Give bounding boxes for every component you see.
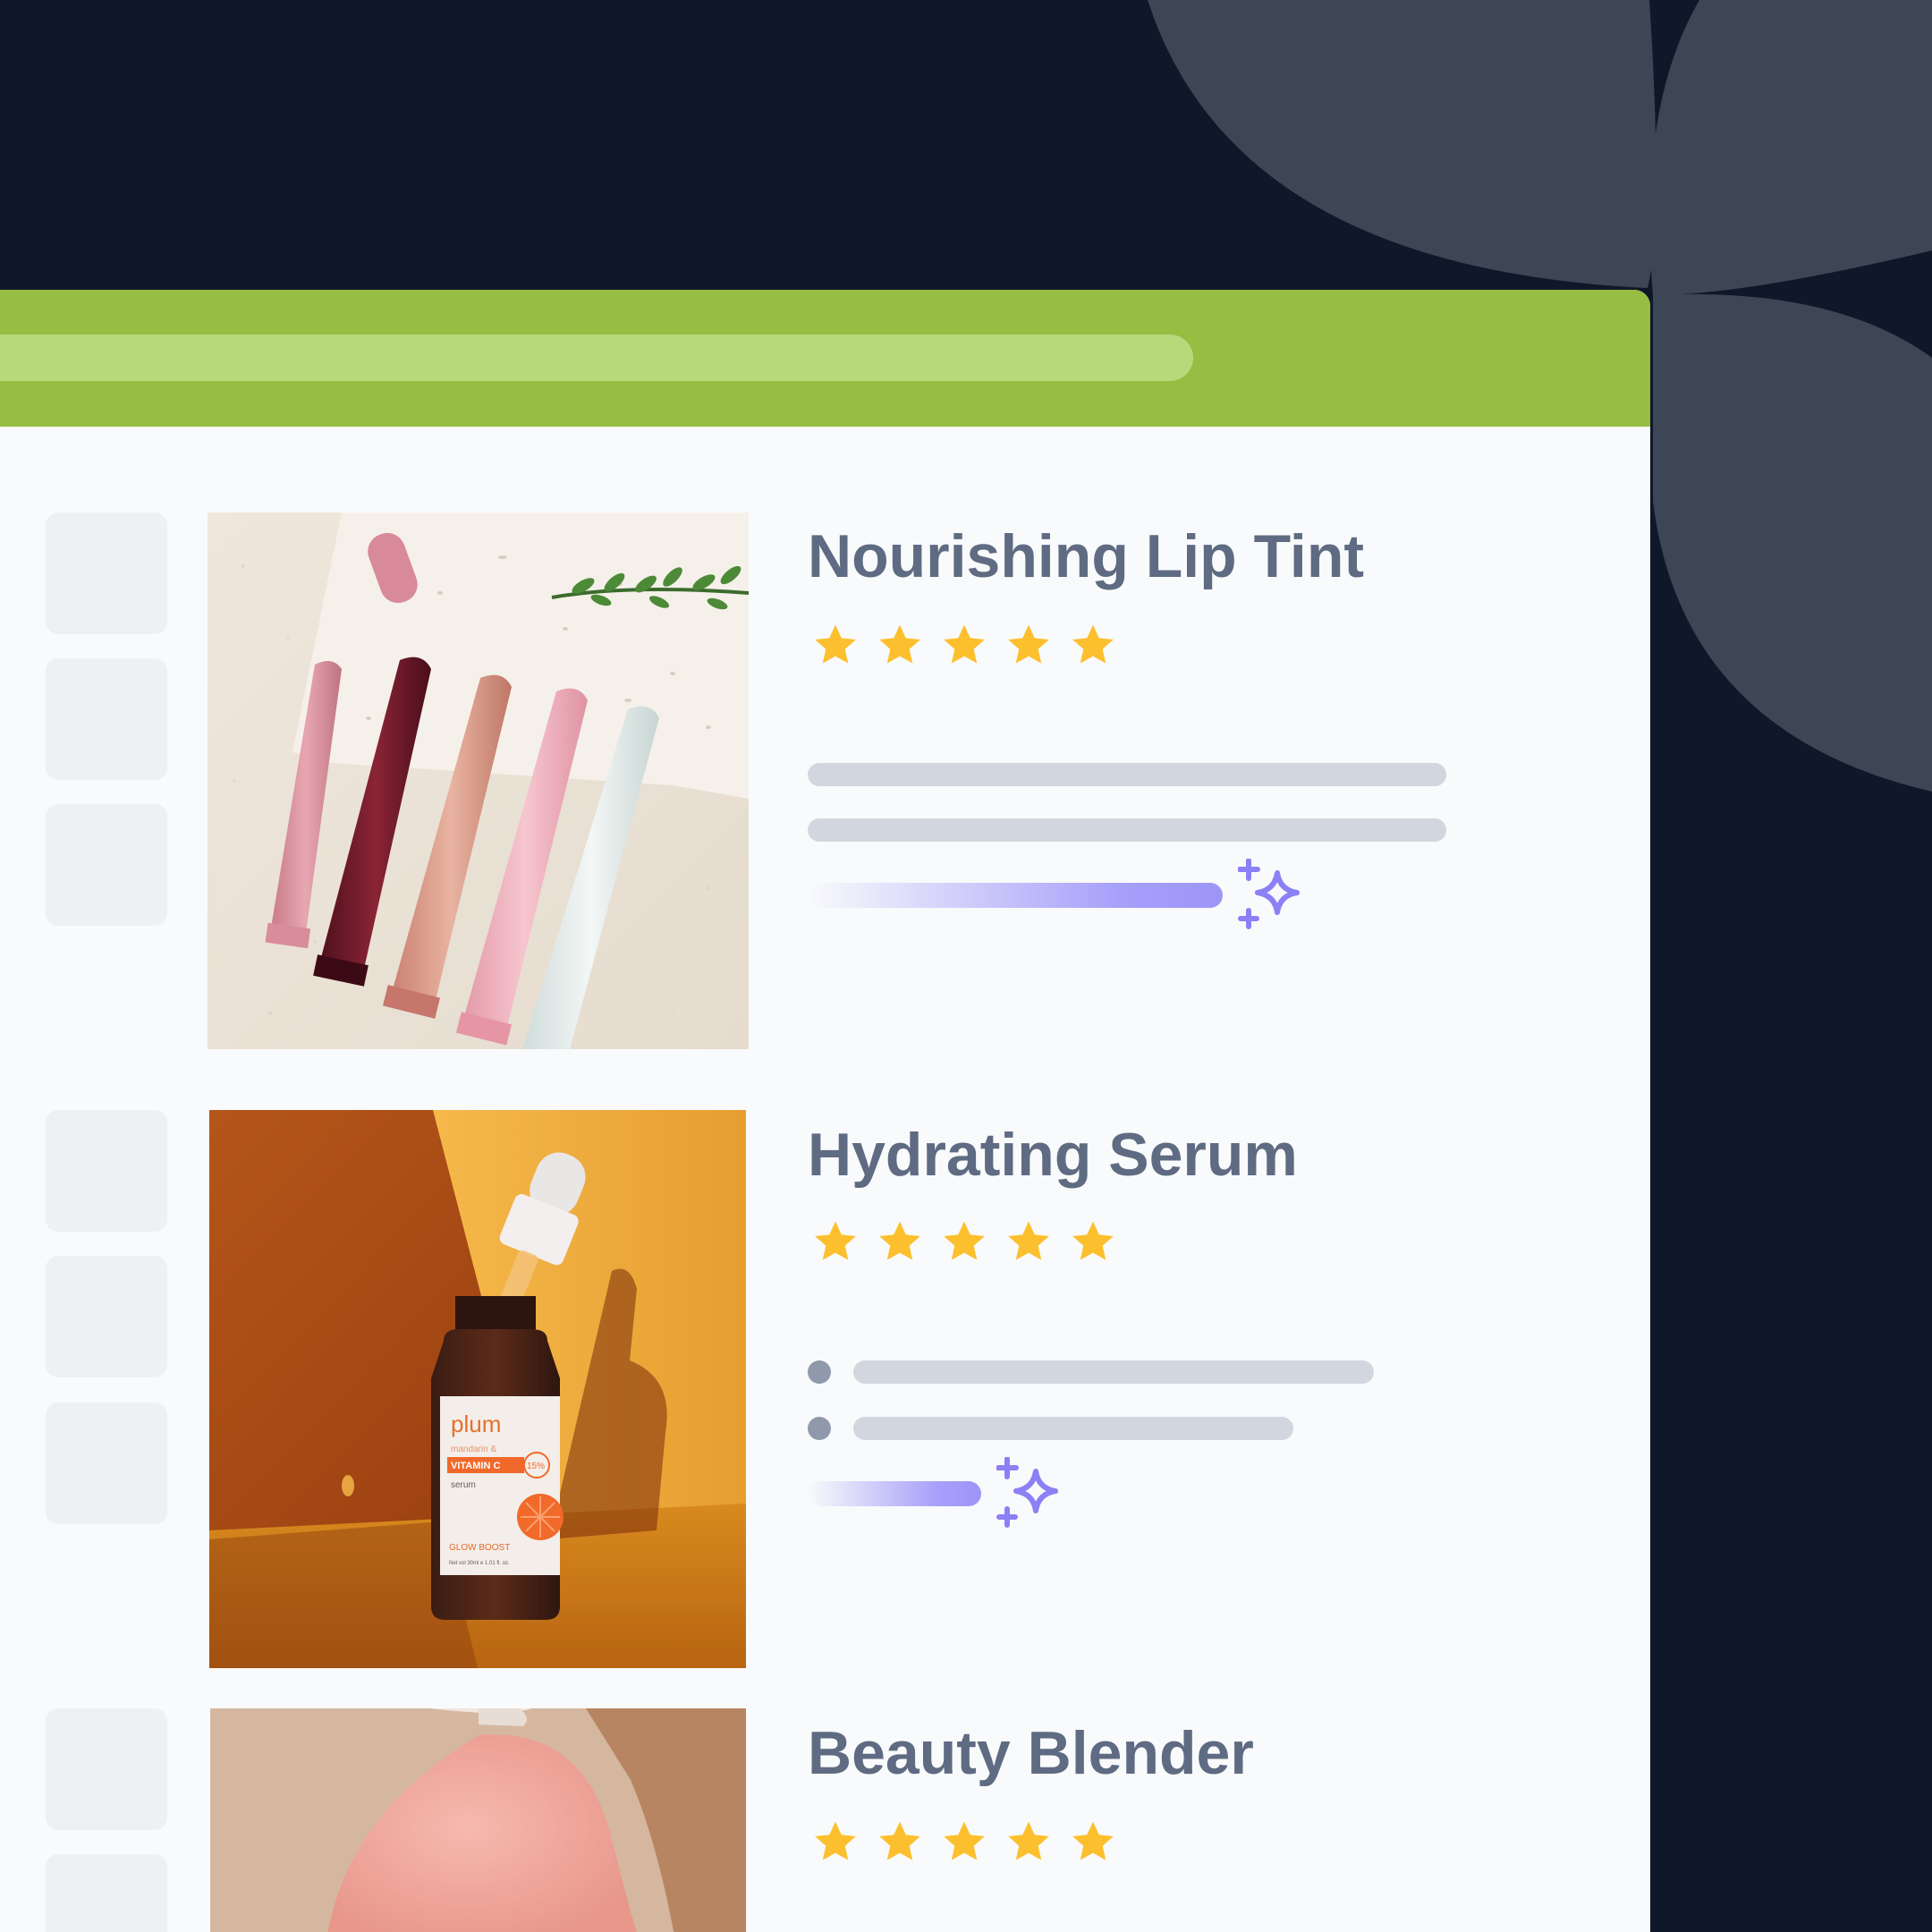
ai-sparkle-icon[interactable] (1238, 859, 1309, 930)
star-icon (815, 1821, 856, 1860)
bottle-label-text: mandarin & (451, 1445, 496, 1454)
star-icon (879, 1221, 920, 1260)
product-title[interactable]: Beauty Blender (808, 1723, 1254, 1784)
product-image-lip-tint[interactable] (208, 513, 749, 1049)
thumbnail-placeholder[interactable] (46, 1854, 167, 1932)
description-line-placeholder (808, 763, 1446, 786)
bullet-dot (808, 1360, 831, 1384)
ai-generating-bar (808, 883, 1223, 908)
star-icon (815, 1221, 856, 1260)
bottle-volume-text: Net vol 30ml e 1.01 fl. oz. (449, 1561, 510, 1566)
product-title[interactable]: Nourishing Lip Tint (808, 526, 1364, 587)
star-icon (1072, 624, 1114, 664)
thumbnail-placeholder[interactable] (46, 1708, 167, 1830)
star-icon (1072, 1821, 1114, 1860)
petal-bottom-right (1653, 293, 1932, 792)
star-rating (810, 1818, 1118, 1868)
browser-window: Nourishing Lip Tint plum mandarin & VITA… (0, 290, 1650, 1932)
bottle-badge-text: VITAMIN C (451, 1461, 500, 1471)
star-rating (810, 621, 1118, 671)
star-icon (944, 624, 985, 664)
star-icon (879, 624, 920, 664)
bottle-percent-text: 15% (527, 1462, 545, 1471)
bottle-label-text: serum (451, 1480, 476, 1490)
beauty-blender-photo (210, 1708, 746, 1932)
petal-top-right (1649, 0, 1932, 295)
thumbnail-placeholder[interactable] (46, 804, 167, 926)
thumbnail-placeholder[interactable] (46, 1110, 167, 1232)
product-image-beauty-blender[interactable] (210, 1708, 746, 1932)
star-icon (879, 1821, 920, 1860)
ai-sparkle-icon[interactable] (996, 1457, 1068, 1529)
star-icon (944, 1821, 985, 1860)
star-icon (1008, 624, 1049, 664)
star-icon (815, 624, 856, 664)
browser-topbar (0, 290, 1650, 427)
bullet-line-placeholder (853, 1360, 1374, 1384)
lip-tint-photo (208, 513, 749, 1049)
thumbnail-placeholder[interactable] (46, 1402, 167, 1524)
star-rating (810, 1217, 1118, 1267)
bottle-tag-text: GLOW BOOST (449, 1543, 510, 1553)
description-line-placeholder (808, 818, 1446, 842)
bottle-brand-text: plum (451, 1411, 501, 1437)
address-bar[interactable] (0, 335, 1193, 381)
product-title[interactable]: Hydrating Serum (808, 1124, 1298, 1185)
ai-generating-bar (808, 1481, 981, 1506)
bullet-dot (808, 1417, 831, 1440)
star-icon (944, 1221, 985, 1260)
petal-top-left (1148, 0, 1657, 288)
thumbnail-placeholder[interactable] (46, 1256, 167, 1377)
product-image-serum[interactable]: plum mandarin & VITAMIN C 15% serum GLOW… (209, 1110, 746, 1668)
thumbnail-placeholder[interactable] (46, 658, 167, 780)
serum-photo: plum mandarin & VITAMIN C 15% serum GLOW… (209, 1110, 746, 1668)
bullet-line-placeholder (853, 1417, 1293, 1440)
star-icon (1072, 1221, 1114, 1260)
star-icon (1008, 1221, 1049, 1260)
thumbnail-placeholder[interactable] (46, 513, 167, 634)
star-icon (1008, 1821, 1049, 1860)
